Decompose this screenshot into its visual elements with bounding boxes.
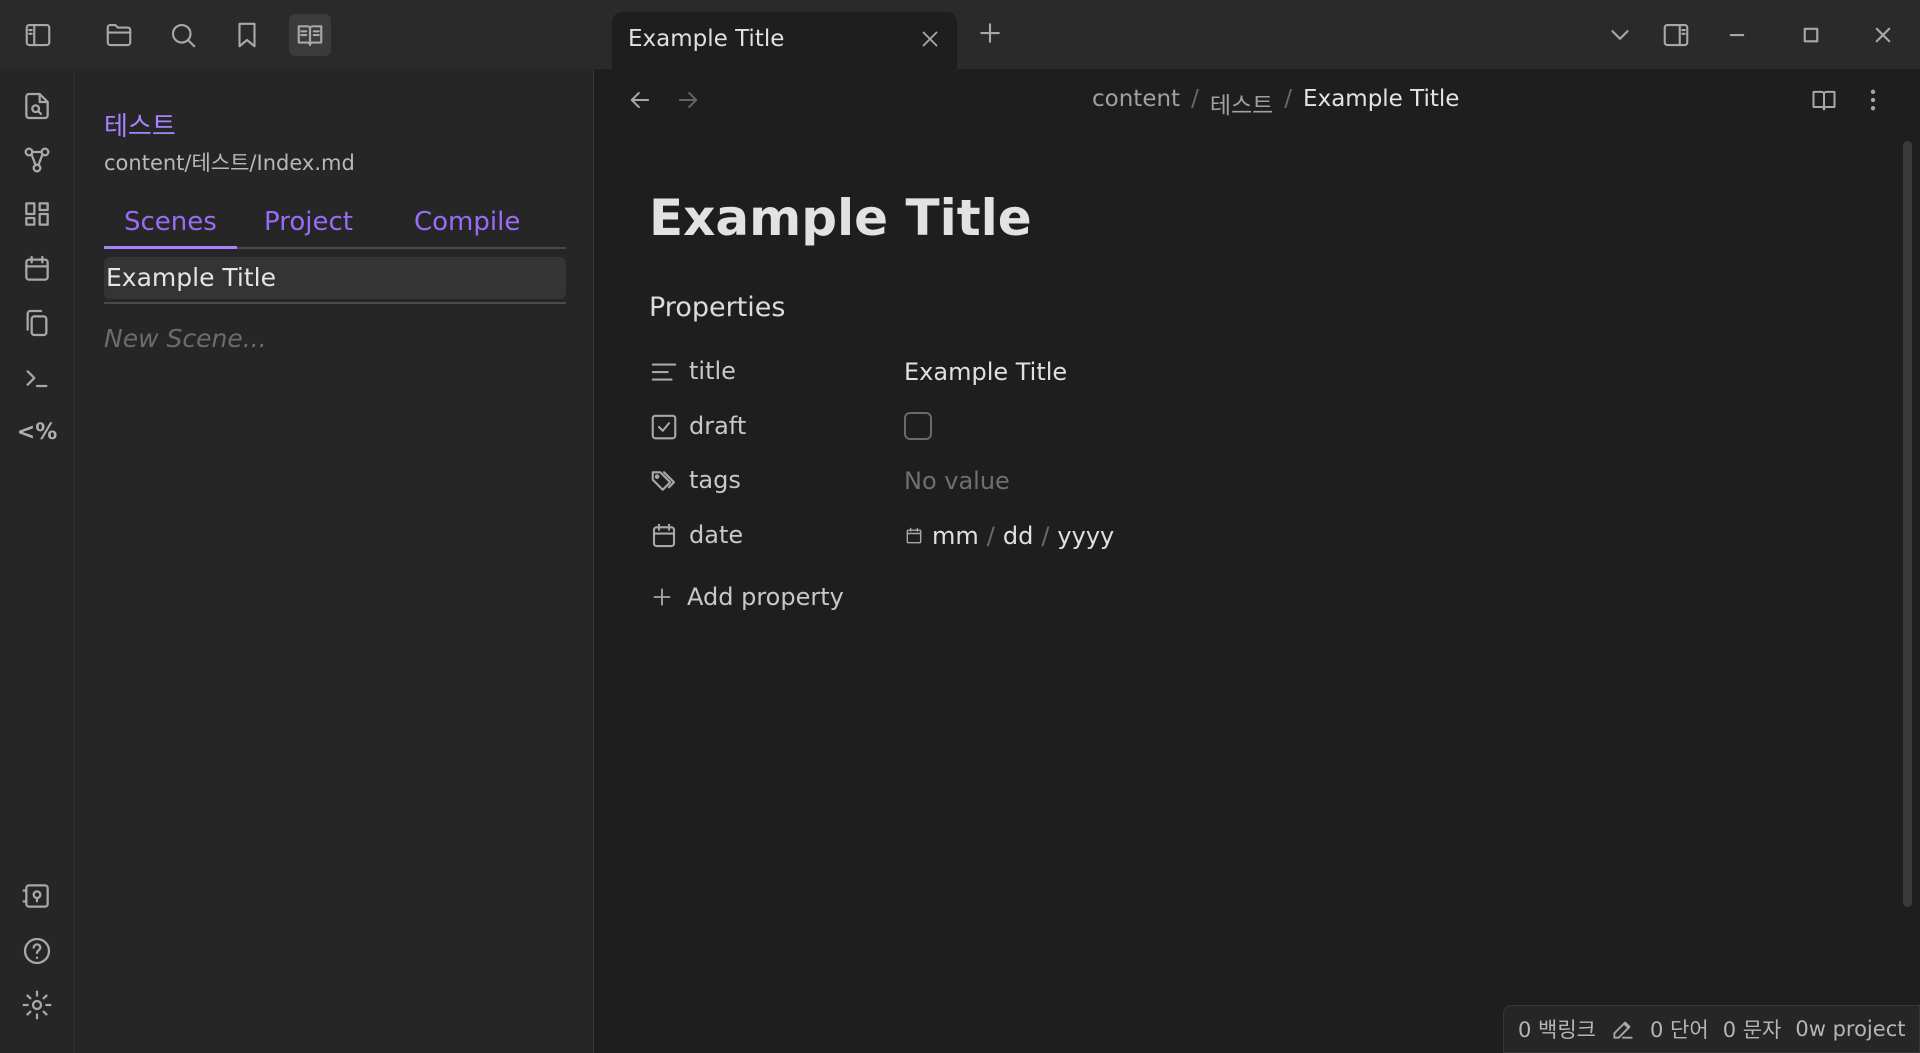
title-bar: Example Title	[0, 0, 1920, 69]
property-key[interactable]: draft	[689, 412, 746, 440]
tab-close-icon[interactable]	[917, 26, 945, 54]
add-property-button[interactable]: Add property	[649, 577, 844, 617]
terminal-icon[interactable]	[19, 360, 55, 396]
tab-compile[interactable]: Compile	[394, 202, 540, 249]
tab-project[interactable]: Project	[244, 202, 373, 249]
breadcrumb-content[interactable]: content	[1092, 86, 1180, 120]
graph-icon[interactable]	[19, 142, 55, 178]
left-sidebar: 테스트 content/테스트/Index.md Scenes Project …	[76, 69, 594, 1053]
scene-divider	[104, 302, 566, 304]
property-date: date mm / dd / yyyy	[649, 517, 1349, 557]
pencil-icon[interactable]	[1610, 1016, 1636, 1042]
char-count: 0 문자	[1722, 1018, 1782, 1042]
breadcrumb-folder[interactable]: 테스트	[1210, 86, 1273, 120]
editor-pane: content / 테스트 / Example Title Example Ti…	[595, 69, 1920, 1053]
property-key[interactable]: date	[689, 521, 743, 549]
bookmark-icon[interactable]	[226, 14, 268, 56]
maximize-icon[interactable]	[1790, 14, 1832, 56]
search-icon[interactable]	[162, 14, 204, 56]
checkbox-icon	[649, 412, 679, 442]
folder-icon[interactable]	[98, 14, 140, 56]
date-day: dd	[1002, 522, 1034, 550]
property-value[interactable]: No value	[904, 467, 1010, 495]
right-sidebar-icon[interactable]	[1655, 14, 1697, 56]
book-icon[interactable]	[289, 14, 331, 56]
status-bar: 0 백링크 0 단어 0 문자 0w project	[1503, 1005, 1920, 1053]
properties-heading[interactable]: Properties	[649, 292, 785, 323]
document-title[interactable]: Example Title	[649, 189, 1032, 247]
breadcrumb-current[interactable]: Example Title	[1303, 86, 1459, 120]
calendar-icon	[649, 521, 679, 551]
help-icon[interactable]	[19, 933, 55, 969]
tab-example-title[interactable]: Example Title	[612, 12, 957, 69]
breadcrumb-separator: /	[1284, 86, 1293, 112]
date-input[interactable]: mm / dd / yyyy	[904, 522, 1114, 550]
copy-icon[interactable]	[19, 305, 55, 341]
forward-arrow-icon[interactable]	[674, 86, 706, 118]
word-count: 0 단어	[1650, 1018, 1709, 1042]
new-tab-icon[interactable]	[975, 18, 1007, 50]
breadcrumb-separator: /	[1191, 86, 1199, 112]
vault-icon[interactable]	[19, 878, 55, 914]
date-year: yyyy	[1057, 522, 1115, 550]
property-key[interactable]: title	[689, 357, 736, 385]
dashboard-icon[interactable]	[19, 196, 55, 232]
draft-checkbox[interactable]	[904, 412, 932, 440]
project-word-count: 0w project	[1795, 1017, 1906, 1041]
tags-icon	[649, 466, 679, 496]
ribbon: <%	[0, 69, 75, 1053]
scrollbar[interactable]	[1903, 141, 1912, 907]
tab-scenes[interactable]: Scenes	[104, 202, 237, 249]
close-icon[interactable]	[1862, 14, 1904, 56]
calendar-icon[interactable]	[19, 251, 55, 287]
date-separator: /	[986, 522, 995, 550]
sidebar-toggle-icon[interactable]	[17, 14, 59, 56]
reading-view-icon[interactable]	[1810, 86, 1842, 118]
property-value[interactable]: Example Title	[904, 358, 1067, 386]
breadcrumb: content / 테스트 / Example Title	[1092, 86, 1459, 120]
plus-icon	[649, 584, 675, 610]
chevron-down-icon[interactable]	[1599, 14, 1641, 56]
date-month: mm	[932, 522, 979, 550]
project-path: content/테스트/Index.md	[104, 151, 355, 175]
back-arrow-icon[interactable]	[626, 86, 658, 118]
property-tags: tags No value	[649, 462, 1349, 502]
file-search-icon[interactable]	[19, 88, 55, 124]
text-lines-icon	[649, 357, 679, 387]
backlinks-count[interactable]: 0 백링크	[1518, 1014, 1596, 1044]
tab-title: Example Title	[628, 26, 785, 52]
templater-icon[interactable]: <%	[17, 414, 57, 450]
sidebar-tabs: Scenes Project Compile	[104, 202, 566, 249]
more-options-icon[interactable]	[1859, 86, 1891, 118]
date-separator: /	[1041, 522, 1050, 550]
new-scene-input[interactable]: New Scene...	[104, 319, 566, 359]
property-key[interactable]: tags	[689, 466, 741, 494]
property-title: title Example Title	[649, 353, 1349, 393]
project-name[interactable]: 테스트	[104, 106, 176, 143]
property-draft: draft	[649, 408, 1349, 448]
date-picker-icon[interactable]	[904, 526, 924, 546]
settings-icon[interactable]	[19, 987, 55, 1023]
scene-item[interactable]: Example Title	[104, 257, 566, 299]
minimize-icon[interactable]	[1716, 14, 1758, 56]
add-property-label: Add property	[687, 583, 844, 611]
